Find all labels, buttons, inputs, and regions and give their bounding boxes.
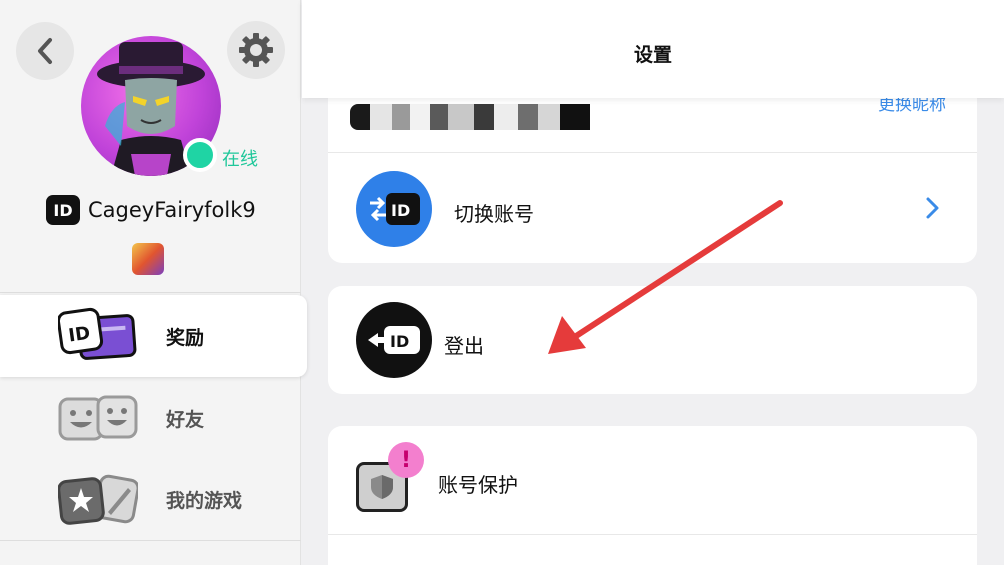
game-thumbnail-icon[interactable] [132,243,164,275]
username-row: ID CageyFairyfolk9 [46,195,256,225]
id-badge-icon: ID [46,195,80,225]
security-card [328,426,977,565]
masked-nickname [350,104,590,130]
svg-text:ID: ID [67,323,91,347]
back-button[interactable] [16,22,74,80]
chevron-left-icon [38,38,52,64]
gear-icon [239,33,273,67]
logout-icon: ID [356,302,432,378]
nav-label-my-games: 我的游戏 [166,489,243,512]
page-title: 设置 [633,44,672,66]
settings-header: 设置 [302,0,1004,98]
nav-item-friends[interactable]: 好友 [0,377,307,459]
username: CageyFairyfolk9 [88,198,256,222]
nav-label-rewards: 奖励 [166,326,205,349]
svg-text:ID: ID [391,201,410,220]
account-protection-label[interactable]: 账号保护 [438,469,518,498]
nav-item-my-games[interactable]: 我的游戏 [0,458,307,540]
switch-account-icon: ID [356,171,432,247]
logout-arrow-id-icon: ID [368,326,420,354]
divider [0,540,301,541]
online-status-label: 在线 [222,149,258,170]
id-card-icon: ID [58,307,137,360]
nav-label-friends: 好友 [166,408,205,431]
settings-button[interactable] [227,21,285,79]
profile-sidebar: 在线 ID CageyFairyfolk9 ID 奖励 好友 我的游戏 [0,0,307,565]
switch-arrows-id-icon: ID [370,193,420,225]
switch-account-label[interactable]: 切换账号 [454,198,534,227]
chevron-right-icon[interactable] [924,196,940,220]
games-star-sword-icon [58,474,138,525]
logout-label[interactable]: 登出 [444,330,484,359]
alert-badge-icon: ! [388,442,424,478]
svg-text:ID: ID [390,332,409,351]
nav-item-rewards[interactable]: ID 奖励 [0,295,307,377]
friends-faces-icon [58,395,138,441]
divider [328,152,977,153]
online-status-dot [183,138,217,172]
divider [328,534,977,535]
shield-icon [371,475,393,499]
divider [0,292,301,293]
